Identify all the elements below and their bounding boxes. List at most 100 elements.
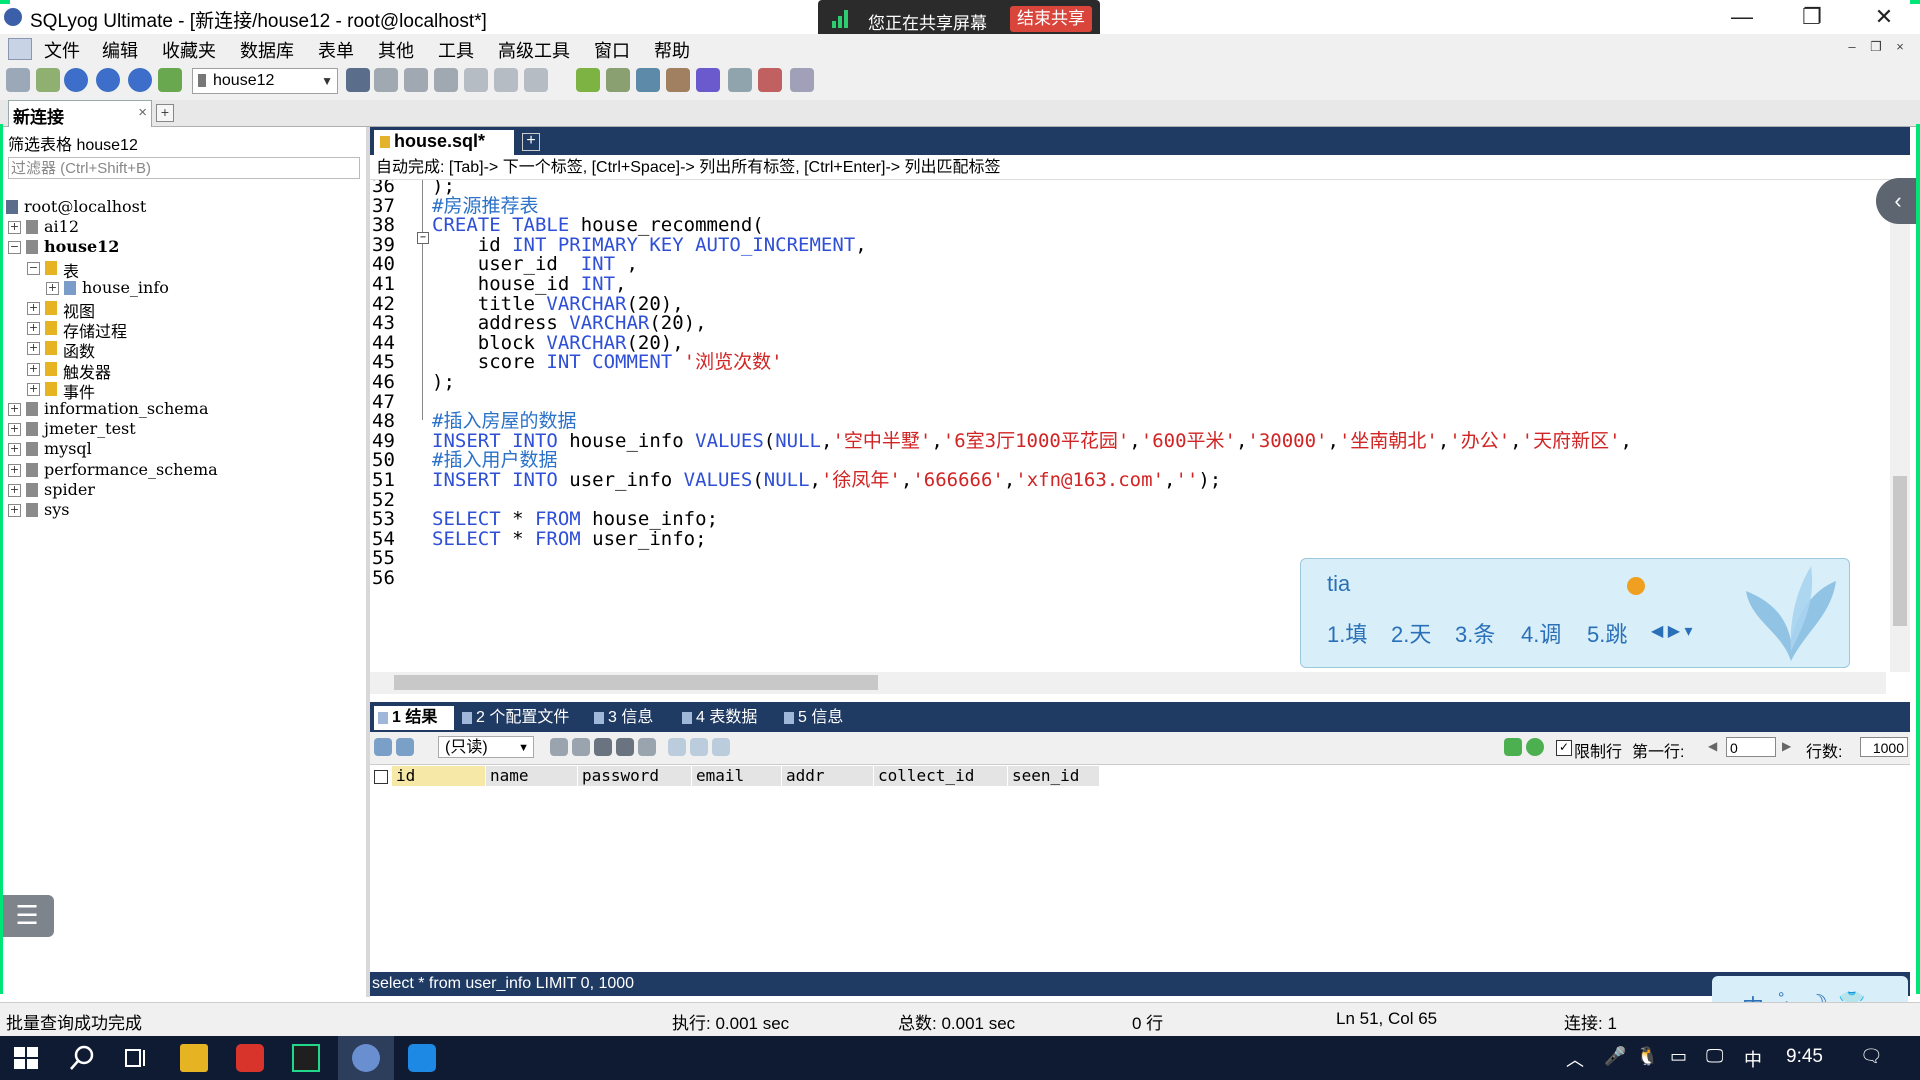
ime-candidate[interactable]: 3.条: [1455, 617, 1495, 649]
filter-input[interactable]: 过滤器 (Ctrl+Shift+B): [8, 157, 360, 179]
ime-indicator[interactable]: 中: [1744, 1046, 1762, 1072]
column-header[interactable]: addr: [782, 766, 874, 786]
expand-icon[interactable]: +: [8, 403, 21, 416]
limit-rows-checkbox[interactable]: ✓: [1556, 740, 1572, 756]
calendar-icon[interactable]: [758, 68, 782, 92]
mdi-restore-button[interactable]: ❐: [1864, 39, 1888, 55]
form-view-icon[interactable]: [690, 738, 708, 756]
search-icon[interactable]: [68, 1044, 96, 1072]
stop-sharing-button[interactable]: 结束共享: [1010, 6, 1092, 32]
scroll-thumb[interactable]: [394, 675, 878, 690]
expand-icon[interactable]: +: [27, 382, 40, 396]
result-tab[interactable]: 1 结果: [374, 706, 454, 730]
column-header[interactable]: password: [578, 766, 692, 786]
next-page-icon[interactable]: ▶: [1782, 739, 1791, 753]
copy-icon[interactable]: [396, 738, 414, 756]
copy-database-icon[interactable]: [374, 68, 398, 92]
editor-vertical-scrollbar[interactable]: [1890, 180, 1910, 672]
restore-icon[interactable]: [434, 68, 458, 92]
close-icon[interactable]: ×: [138, 104, 147, 121]
microphone-icon[interactable]: 🎤: [1604, 1046, 1626, 1067]
edit-mode-select[interactable]: (只读) ▼: [438, 736, 534, 758]
first-row-input[interactable]: 0: [1726, 737, 1776, 757]
column-header[interactable]: collect_id: [874, 766, 1008, 786]
menu-file[interactable]: 文件: [44, 37, 80, 63]
result-tab[interactable]: 2 个配置文件: [458, 706, 584, 730]
export-icon[interactable]: [374, 738, 392, 756]
collapse-icon[interactable]: −: [8, 241, 21, 255]
table-index-icon[interactable]: [524, 68, 548, 92]
editor-horizontal-scrollbar[interactable]: [370, 672, 1886, 694]
refresh-icon[interactable]: [128, 68, 152, 92]
chevron-up-icon[interactable]: ︿: [1566, 1046, 1584, 1072]
duplicate-row-icon[interactable]: [572, 738, 590, 756]
expand-icon[interactable]: +: [8, 483, 21, 497]
expand-icon[interactable]: +: [8, 504, 21, 517]
ime-candidate[interactable]: 5.跳: [1587, 617, 1627, 649]
menu-advanced-tools[interactable]: 高级工具: [498, 37, 570, 63]
table-structure-icon[interactable]: [494, 68, 518, 92]
expand-icon[interactable]: +: [27, 302, 40, 315]
menu-window[interactable]: 窗口: [594, 37, 630, 63]
result-tab[interactable]: 3 信息: [590, 706, 672, 730]
minimize-button[interactable]: —: [1712, 0, 1772, 34]
select-all-checkbox[interactable]: [374, 770, 388, 784]
add-query-tab-button[interactable]: +: [522, 133, 540, 151]
tab-house-sql[interactable]: house.sql*: [374, 130, 514, 155]
backup-icon[interactable]: [404, 68, 428, 92]
import-icon[interactable]: [636, 68, 660, 92]
network-icon[interactable]: 🖵: [1706, 1046, 1723, 1067]
refresh-results-icon[interactable]: [1526, 738, 1544, 756]
result-tab[interactable]: 4 表数据: [678, 706, 774, 730]
task-view-icon[interactable]: [122, 1044, 150, 1072]
expand-icon[interactable]: +: [27, 342, 40, 356]
execute-query-icon[interactable]: [64, 68, 88, 92]
dingtalk-icon[interactable]: [408, 1044, 436, 1072]
schema-icon[interactable]: [158, 68, 182, 92]
previous-page-icon[interactable]: ◀: [1708, 739, 1717, 753]
document-window-icon[interactable]: [8, 38, 32, 60]
scroll-thumb[interactable]: [1893, 476, 1907, 626]
mdi-minimize-button[interactable]: –: [1840, 39, 1864, 54]
expand-icon[interactable]: +: [8, 221, 21, 235]
menu-database[interactable]: 数据库: [240, 37, 294, 63]
execute-all-icon[interactable]: [96, 68, 120, 92]
column-header[interactable]: name: [486, 766, 578, 786]
collapse-sidebar-icon[interactable]: ‹: [1876, 178, 1920, 224]
result-grid[interactable]: id name password email addr collect_id seen_id: [370, 766, 1910, 972]
ime-candidate[interactable]: 2.天: [1391, 617, 1431, 649]
menu-table[interactable]: 表单: [318, 37, 354, 63]
scheduler-icon[interactable]: [666, 68, 690, 92]
windows-start-icon[interactable]: [12, 1044, 40, 1072]
insert-row-icon[interactable]: [550, 738, 568, 756]
diagram-icon[interactable]: [790, 68, 814, 92]
save-icon[interactable]: [594, 738, 612, 756]
row-count-input[interactable]: 1000: [1860, 737, 1908, 757]
new-query-icon[interactable]: [36, 68, 60, 92]
pycharm-icon[interactable]: [292, 1044, 320, 1072]
sqlyog-taskbar-icon[interactable]: [352, 1044, 380, 1072]
delete-icon[interactable]: [616, 738, 634, 756]
column-header[interactable]: email: [692, 766, 782, 786]
column-header[interactable]: seen_id: [1008, 766, 1100, 786]
new-connection-icon[interactable]: [6, 68, 30, 92]
battery-icon[interactable]: ▭: [1670, 1046, 1687, 1067]
expand-icon[interactable]: +: [46, 281, 59, 295]
file-explorer-icon[interactable]: [180, 1044, 208, 1072]
schema-designer-icon[interactable]: [728, 68, 752, 92]
connection-tab[interactable]: 新连接 ×: [8, 100, 152, 127]
collapse-icon[interactable]: −: [27, 261, 40, 275]
cancel-icon[interactable]: [638, 738, 656, 756]
add-connection-button[interactable]: +: [156, 104, 174, 122]
mdi-close-button[interactable]: ×: [1888, 39, 1912, 54]
wps-office-icon[interactable]: [236, 1044, 264, 1072]
expand-icon[interactable]: +: [27, 322, 40, 336]
menu-other[interactable]: 其他: [378, 37, 414, 63]
table-data-icon[interactable]: [464, 68, 488, 92]
menu-help[interactable]: 帮助: [654, 37, 690, 63]
expand-icon[interactable]: +: [8, 423, 21, 437]
result-tab[interactable]: 5 信息: [780, 706, 866, 730]
menu-edit[interactable]: 编辑: [102, 37, 138, 63]
expand-icon[interactable]: +: [8, 443, 21, 457]
user-manager-icon[interactable]: [346, 68, 370, 92]
